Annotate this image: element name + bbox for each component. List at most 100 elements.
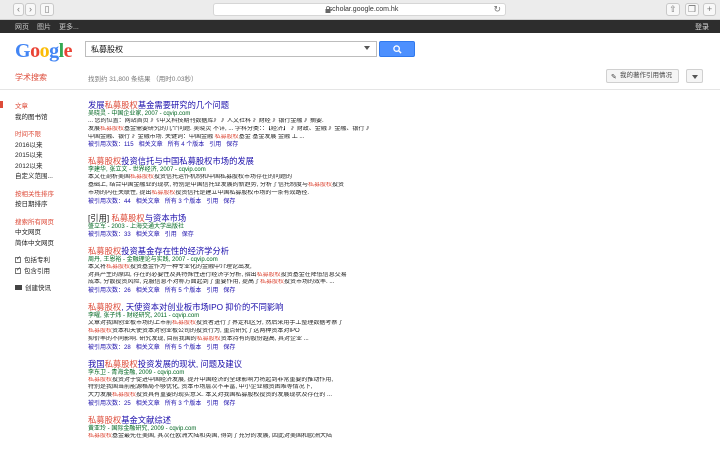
versions-link[interactable]: 所有 5 个版本 — [165, 288, 202, 294]
related-articles-link[interactable]: 相关文章 — [139, 142, 163, 148]
gbar-link-web[interactable]: 网页 — [15, 22, 29, 32]
related-articles-link[interactable]: 相关文章 — [136, 232, 160, 238]
sidebar-toggle-button[interactable]: ▯ — [40, 3, 54, 16]
search-button[interactable] — [379, 41, 415, 57]
sidebar-item-any-time[interactable]: 时间不限 — [0, 128, 80, 139]
search-result: 私募股权, 天使资本对创业板市场IPO 抑价的不同影响 李曜, 张子炜 - 财经研… — [88, 302, 373, 351]
sidebar-item-custom-range[interactable]: 自定义范围... — [0, 170, 80, 181]
create-alert-link[interactable]: 创建快讯 — [0, 282, 80, 293]
address-bar[interactable]: scholar.google.com.hk ↻ — [213, 3, 506, 16]
more-options-button[interactable] — [686, 69, 703, 83]
sidebar-item-since-2012[interactable]: 2012以来 — [0, 160, 80, 171]
gbar-link-images[interactable]: 图片 — [37, 22, 51, 32]
result-title-link[interactable]: 私募股权投资信托与中国私募股权市场的发展 — [88, 156, 373, 166]
signin-link[interactable]: 登录 — [695, 22, 709, 32]
cited-by-link[interactable]: 被引用次数：25 — [88, 401, 131, 407]
include-patents-checkbox[interactable]: 包括专利 — [0, 254, 80, 265]
search-icon — [393, 45, 402, 54]
versions-link[interactable]: 所有 3 个版本 — [165, 199, 202, 205]
search-options-dropdown-icon[interactable] — [364, 46, 370, 50]
search-result: 我国私募股权投资发展的现状, 问题及建议 李东卫 - 青海金融, 2009 - c… — [88, 359, 373, 408]
related-articles-link[interactable]: 相关文章 — [136, 199, 160, 205]
search-result: [引用] 私募股权与资本市场 盛立军 - 2003 - 上海交通大学出版社 被引用次… — [88, 213, 373, 239]
save-link[interactable]: 保存 — [223, 345, 235, 351]
search-result: 私募股权投资基金存在性的经济学分析 周丹, 王恩裕 - 金融理论与实践, 2007… — [88, 246, 373, 295]
result-meta: 盛立军 - 2003 - 上海交通大学出版社 — [88, 223, 185, 230]
save-link[interactable]: 保存 — [223, 199, 235, 205]
cite-link[interactable]: 引用 — [206, 345, 218, 351]
checkbox-icon — [15, 266, 21, 274]
results-list: 发展私募股权基金需要研究的几个问题 吴晓灵 - 中国企业家, 2007 - cqv… — [88, 100, 373, 448]
result-meta: 周丹, 王恩裕 - 金融理论与实践, 2007 - cqvip.com — [88, 256, 218, 263]
search-result: 私募股权基金文献综述 黄亚玲 - 国际金融研究, 2009 - cqvip.com… — [88, 415, 373, 441]
scholar-title[interactable]: 学术搜索 — [15, 72, 47, 83]
cited-by-link[interactable]: 被引用次数：33 — [88, 232, 131, 238]
sidebar-item-my-library[interactable]: 我的图书馆 — [0, 111, 80, 122]
cite-link[interactable]: 引用 — [209, 142, 221, 148]
share-button[interactable]: ⇧ — [666, 3, 680, 16]
search-box — [85, 41, 377, 57]
result-snippet-line: 文章对我国创业板市场的上市前私募股权投资者进行了界定和区分, 然后采用手工整理数… — [88, 320, 344, 327]
search-result: 私募股权投资信托与中国私募股权市场的发展 李建华, 张立文 - 世界经济, 200… — [88, 156, 373, 205]
sidebar-item-articles[interactable]: 文章 — [0, 100, 80, 111]
result-title-link[interactable]: 发展私募股权基金需要研究的几个问题 — [88, 100, 373, 110]
save-link[interactable]: 保存 — [226, 142, 238, 148]
sidebar-item-simplified-chinese[interactable]: 简体中文网页 — [0, 237, 80, 248]
cited-by-link[interactable]: 被引用次数：44 — [88, 199, 131, 205]
gbar-link-more[interactable]: 更多... — [59, 22, 79, 32]
tabs-button[interactable]: ❐ — [685, 3, 699, 16]
cite-link[interactable]: 引用 — [165, 232, 177, 238]
result-title-link[interactable]: 私募股权投资基金存在性的经济学分析 — [88, 246, 373, 256]
sidebar-item-all-web[interactable]: 搜索所有网页 — [0, 216, 80, 227]
forward-button[interactable]: › — [25, 3, 36, 16]
result-title-link[interactable]: [引用] 私募股权与资本市场 — [88, 213, 373, 223]
related-articles-link[interactable]: 相关文章 — [136, 345, 160, 351]
cite-link[interactable]: 引用 — [206, 401, 218, 407]
include-citations-checkbox[interactable]: 包含引用 — [0, 265, 80, 276]
cited-by-link[interactable]: 被引用次数：115 — [88, 142, 134, 148]
result-snippet-line: 本文在剖析美国私募股权投资信托运作机制和中国私募股权市场存在的问题的 — [88, 174, 293, 181]
result-snippet-line: 大力发展私募股权投资具有重要的现实意义. 本文对我国私募股权投资的发展现状及存在… — [88, 392, 333, 399]
result-links: 被引用次数：115 相关文章 所有 4 个版本 引用 保存 — [88, 141, 373, 149]
cite-link[interactable]: 引用 — [206, 288, 218, 294]
new-tab-button[interactable]: + — [703, 3, 716, 16]
related-articles-link[interactable]: 相关文章 — [136, 401, 160, 407]
result-snippet-line: 私募股权基金最先在美国, 其次在欧洲大陆和英国, 得到了充分的发展, 因此对美国… — [88, 432, 333, 439]
result-type-tag: [引用] — [88, 212, 112, 223]
google-logo[interactable]: Google — [15, 40, 73, 63]
result-meta: 黄亚玲 - 国际金融研究, 2009 - cqvip.com — [88, 425, 197, 432]
result-snippet-line: 市场的内在关联性, 提出私募股权投资信托是建立中国私募股权市场的一条有效路径. — [88, 189, 310, 196]
save-link[interactable]: 保存 — [223, 401, 235, 407]
result-title-link[interactable]: 我国私募股权投资发展的现状, 问题及建议 — [88, 359, 373, 369]
search-result: 发展私募股权基金需要研究的几个问题 吴晓灵 - 中国企业家, 2007 - cqv… — [88, 100, 373, 149]
sidebar-item-chinese-web[interactable]: 中文网页 — [0, 226, 80, 237]
result-snippet-line: 发展私募股权基金需要研究的几个问题. 吴晓灵 不详, ... 学科分类：：【经济… — [88, 125, 373, 132]
save-link[interactable]: 保存 — [182, 232, 194, 238]
cite-link[interactable]: 引用 — [206, 199, 218, 205]
result-snippet-line: 私募股权资本和天使资本对创业板公司的投资行为, 重点研究了这两种资本对IPO — [88, 327, 300, 334]
result-snippet-line: 中国金融、银行 》金融市场. 关键词：中国金融 私募股权基金 基金发展 金融 工… — [88, 133, 305, 140]
result-snippet-line: 特别是我国当前能源格局不够优化, 资本市场层次不丰富, 中小企业融资困难等情况下… — [88, 384, 313, 391]
google-topbar: 网页 图片 更多... 登录 — [0, 20, 720, 33]
sidebar-item-since-2015[interactable]: 2015以来 — [0, 149, 80, 160]
cited-by-link[interactable]: 被引用次数：26 — [88, 288, 131, 294]
related-articles-link[interactable]: 相关文章 — [136, 288, 160, 294]
save-link[interactable]: 保存 — [223, 288, 235, 294]
reload-icon[interactable]: ↻ — [493, 4, 501, 15]
cited-by-link[interactable]: 被引用次数：28 — [88, 345, 131, 351]
back-button[interactable]: ‹ — [13, 3, 24, 16]
result-title-link[interactable]: 私募股权, 天使资本对创业板市场IPO 抑价的不同影响 — [88, 302, 373, 312]
browser-toolbar: ‹ › ▯ scholar.google.com.hk ↻ ⇧ ❐ + — [0, 0, 720, 20]
result-title-link[interactable]: 私募股权基金文献综述 — [88, 415, 373, 425]
my-citations-button[interactable]: ✎ 我的著作引用情况 — [606, 69, 679, 83]
versions-link[interactable]: 所有 5 个版本 — [165, 345, 202, 351]
sidebar-item-sort-relevance[interactable]: 按相关性排序 — [0, 188, 80, 199]
versions-link[interactable]: 所有 3 个版本 — [165, 401, 202, 407]
versions-link[interactable]: 所有 4 个版本 — [168, 142, 205, 148]
sidebar-item-since-2016[interactable]: 2016以来 — [0, 139, 80, 150]
result-snippet-line: 基础上, 结合中国金融业的现状, 特别是中国信托业发展的新趋势, 分析了信托制度… — [88, 182, 345, 189]
sidebar-item-sort-date[interactable]: 按日期排序 — [0, 198, 80, 209]
envelope-icon — [15, 285, 22, 290]
search-input[interactable] — [86, 42, 356, 56]
result-snippet-line: 成本, 分散投资风险, 克服信息不对称方面起到了重要作用, 提高了私募股权投资市… — [88, 279, 335, 286]
